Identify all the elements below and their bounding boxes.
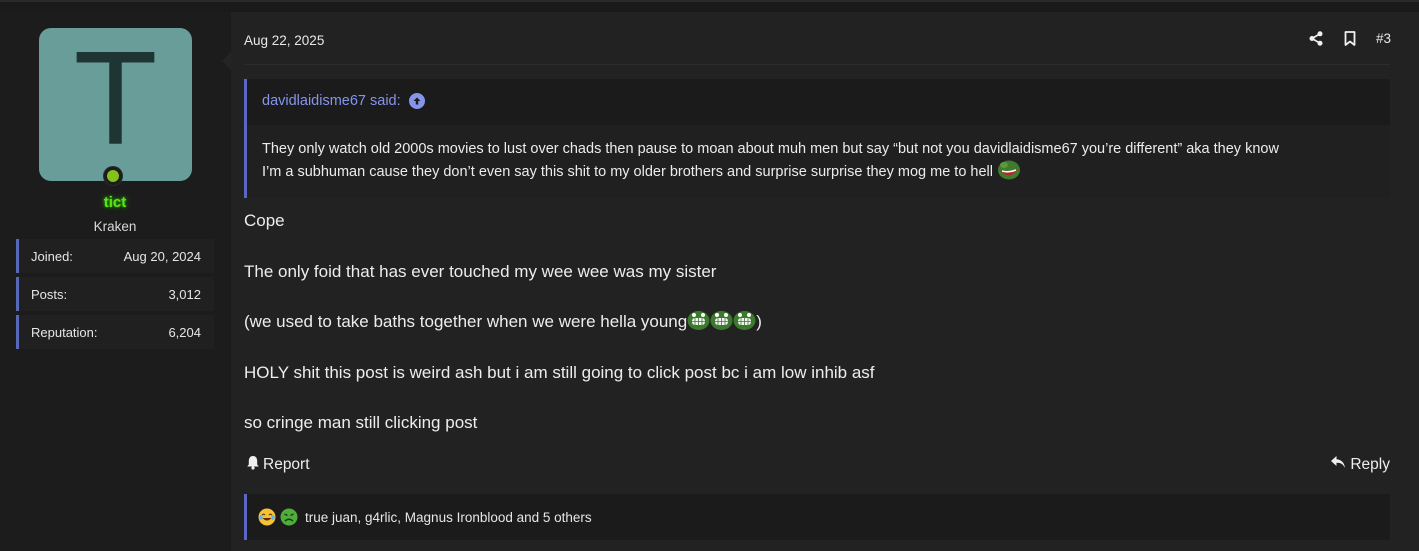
post-body-text: ) — [756, 312, 762, 331]
stat-joined: Joined: Aug 20, 2024 — [16, 239, 214, 273]
stat-label: Posts: — [31, 286, 68, 302]
stat-posts: Posts: 3,012 — [16, 277, 214, 311]
quote-line: They only watch old 2000s movies to lust… — [262, 141, 1279, 157]
laughing-frog-emote-icon — [997, 159, 1021, 181]
post-actions: #3 — [1308, 30, 1391, 46]
avatar-letter: T — [77, 26, 154, 174]
stat-value: 3,012 — [168, 286, 201, 302]
grinning-frog-emote-icon — [687, 310, 710, 331]
stat-label: Joined: — [31, 248, 73, 264]
reactions-bar: true juan, g4rlic, Magnus Ironblood and … — [244, 494, 1390, 540]
reaction-users-link[interactable]: true juan, g4rlic, Magnus Ironblood and … — [305, 510, 592, 525]
stat-label: Reputation: — [31, 324, 98, 340]
stat-reputation: Reputation: 6,204 — [16, 315, 214, 349]
stat-value: Aug 20, 2024 — [123, 248, 201, 264]
grinning-frog-emote-icon — [733, 310, 756, 331]
grinning-frog-emote-icon — [710, 310, 733, 331]
bookmark-icon[interactable] — [1342, 30, 1358, 46]
sick-face-reaction-icon[interactable] — [280, 508, 298, 526]
quote-content: They only watch old 2000s movies to lust… — [247, 125, 1390, 198]
quote-line-wrap: I’m a subhuman cause they don’t even say… — [262, 159, 1364, 184]
user-info-column: T tict Kraken Joined: Aug 20, 2024 Posts… — [0, 12, 230, 551]
quote-line: I’m a subhuman cause they don’t even say… — [262, 164, 993, 180]
user-title: Kraken — [93, 219, 137, 234]
quote-attribution[interactable]: davidlaidisme67 said: — [262, 93, 425, 109]
bell-icon — [246, 455, 260, 475]
reply-button[interactable]: Reply — [1330, 455, 1390, 474]
post-body-line: so cringe man still clicking post — [244, 413, 478, 432]
reply-label: Reply — [1350, 455, 1390, 473]
reply-arrow-icon — [1330, 455, 1346, 474]
post-body-line: The only foid that has ever touched my w… — [244, 262, 717, 281]
header-divider — [244, 64, 1390, 65]
quote-block: davidlaidisme67 said: They only watch ol… — [244, 79, 1390, 198]
post-body-text: (we used to take baths together when we … — [244, 312, 688, 331]
user-arrow-notch — [222, 52, 231, 70]
post-body-line: HOLY shit this post is weird ash but i a… — [244, 363, 875, 382]
post-main-column: Aug 22, 2025 #3 davidlaidisme67 said: Th… — [231, 12, 1419, 551]
post-number-link[interactable]: #3 — [1376, 31, 1391, 46]
avatar[interactable]: T — [39, 28, 192, 181]
username-link[interactable]: tict — [0, 194, 230, 211]
report-button[interactable]: Report — [246, 455, 310, 475]
crying-laughing-reaction-icon[interactable] — [258, 508, 276, 526]
post-body-line: (we used to take baths together when we … — [244, 310, 762, 333]
quote-author-label[interactable]: davidlaidisme67 said: — [262, 93, 401, 109]
share-icon[interactable] — [1308, 30, 1324, 46]
post-date[interactable]: Aug 22, 2025 — [244, 33, 324, 48]
forum-post: T tict Kraken Joined: Aug 20, 2024 Posts… — [0, 12, 1419, 551]
jump-to-quote-icon[interactable] — [408, 93, 425, 109]
post-body-line: Cope — [244, 211, 285, 230]
stat-value: 6,204 — [168, 324, 201, 340]
top-divider — [0, 0, 1419, 2]
online-status-indicator — [104, 167, 122, 185]
report-label: Report — [263, 456, 310, 473]
